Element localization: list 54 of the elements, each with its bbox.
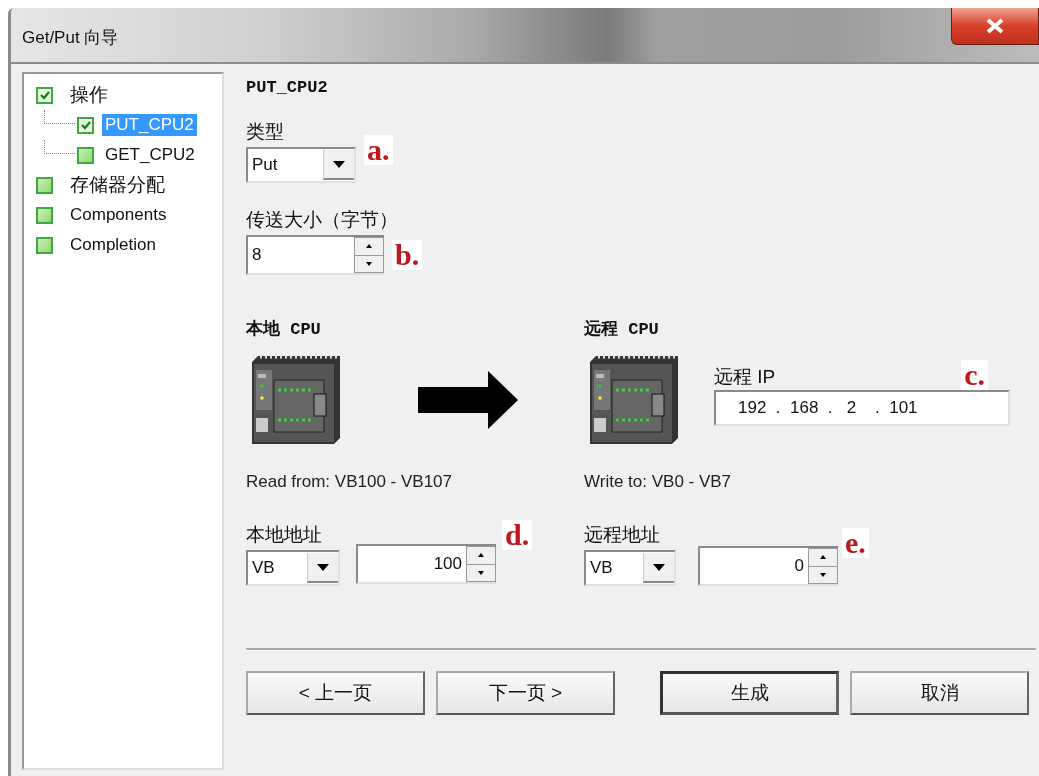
close-icon <box>985 18 1005 34</box>
number-spin-field[interactable]: 0 <box>698 546 838 586</box>
up-arrow-icon <box>366 244 372 249</box>
down-arrow-icon <box>820 572 826 577</box>
tree-item[interactable]: Completion <box>67 234 159 256</box>
wizard-button[interactable]: 下一页 > <box>436 671 615 715</box>
down-arrow-icon <box>478 570 484 575</box>
tree-line <box>44 110 75 124</box>
tree-item[interactable]: 操作 <box>67 81 111 109</box>
tree-item[interactable]: Components <box>67 204 170 226</box>
check-icon <box>80 120 91 130</box>
wizard-button[interactable]: 生成 <box>660 671 839 715</box>
dropdown[interactable]: VB <box>584 550 676 586</box>
tree-item[interactable]: 存储器分配 <box>67 171 168 199</box>
checkbox[interactable] <box>36 86 53 104</box>
annotation-marker: d. <box>502 520 533 550</box>
window-title: Get/Put 向导 <box>22 27 119 49</box>
dropdown[interactable]: Put <box>246 147 356 183</box>
annotation-marker: c. <box>961 360 988 390</box>
up-arrow-icon <box>820 555 826 560</box>
annotation-marker: b. <box>392 240 423 270</box>
tree-item[interactable]: GET_CPU2 <box>102 144 198 166</box>
ip-address-field[interactable]: 192 . 168 . 2 . 101 <box>714 390 1010 426</box>
checkbox[interactable] <box>77 116 94 134</box>
remote-cpu-heading: 远程 CPU <box>584 319 660 340</box>
number-spin-field[interactable]: 8 <box>246 235 384 275</box>
type-label: 类型 <box>246 120 285 144</box>
up-arrow-icon <box>478 553 484 558</box>
checkbox[interactable] <box>36 206 53 224</box>
caret-icon <box>653 563 665 571</box>
check-icon <box>39 90 50 100</box>
remote-ip-label: 远程 IP <box>714 365 776 389</box>
checkbox[interactable] <box>36 236 53 254</box>
caret-icon <box>333 160 345 168</box>
tree-line <box>44 140 75 154</box>
checkbox[interactable] <box>36 176 53 194</box>
local-address-label: 本地地址 <box>246 523 323 547</box>
remote-address-label: 远程地址 <box>584 523 661 547</box>
close-button[interactable] <box>951 8 1039 45</box>
dropdown[interactable]: VB <box>246 550 340 586</box>
caret-icon <box>317 563 329 571</box>
wizard-button[interactable]: < 上一页 <box>246 671 425 715</box>
page-heading: PUT_CPU2 <box>246 78 329 97</box>
down-arrow-icon <box>366 261 372 266</box>
size-label: 传送大小（字节） <box>246 208 399 232</box>
local-cpu-heading: 本地 CPU <box>246 318 322 340</box>
annotation-marker: a. <box>364 135 393 165</box>
right-arrow-icon <box>418 371 518 429</box>
wizard-button[interactable]: 取消 <box>850 671 1029 715</box>
annotation-marker: e. <box>842 528 869 558</box>
checkbox[interactable] <box>77 146 94 164</box>
write-range-text: Write to: VB0 - VB7 <box>584 472 733 492</box>
read-range-text: Read from: VB100 - VB107 <box>246 472 453 492</box>
number-spin-field[interactable]: 100 <box>356 544 496 584</box>
